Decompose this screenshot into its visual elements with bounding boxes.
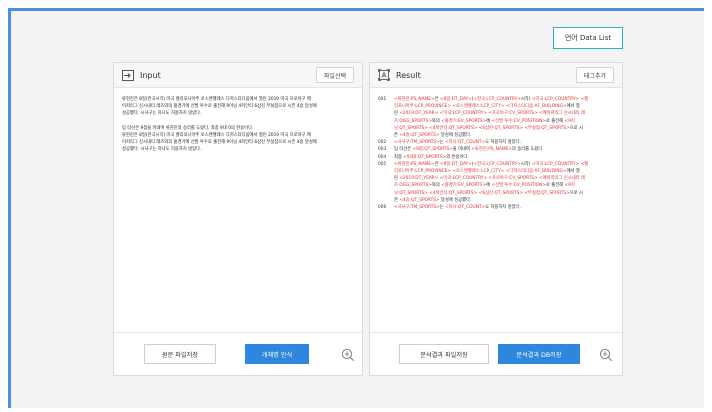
result-line-number: 002 bbox=[378, 140, 387, 146]
input-text-line: 팀 타선은 9점을 마내며 류현진의 승리를 도왔다. 최종 9대 0의 완승이… bbox=[122, 125, 254, 131]
input-panel-title: Input bbox=[140, 70, 161, 80]
result-line-number: 003 bbox=[378, 147, 387, 153]
result-line-text: 리포니아주:LCP_PROVINCE> <로스앤젤레스:LCP_CITY> <다… bbox=[394, 104, 580, 110]
result-line-text: 팀 타선은 <9점:QT_SPORTS>을 마내며 <류현진:PS_NAME>의… bbox=[394, 147, 544, 153]
save-original-file-button[interactable]: 원문 파일저장 bbox=[144, 344, 216, 364]
result-line: 린 <2019:DT_YEAR> <미국:LCP_COUNTRY> <프로야구:… bbox=[378, 110, 614, 117]
result-line: 즌 <4승:QT_SPORTS> 달성에 성공했다. bbox=[378, 197, 614, 204]
input-panel-header: Input 파일선택 bbox=[114, 63, 362, 88]
result-line-number: 001 bbox=[378, 97, 387, 102]
save-result-file-button[interactable]: 분석결과 파일저장 bbox=[399, 344, 489, 364]
result-line: 004 최종 <9대0:QT_SPORTS>의 완승이다. bbox=[378, 154, 614, 161]
result-line-text: 즌 <4승:QT_SPORTS> 달성에 성공했다. bbox=[394, 197, 472, 203]
result-line: 즈:OGG_SPORTS>와의 <홈경기:EV_SPORTS>에 <선발 투수:… bbox=[378, 118, 614, 125]
result-line: 즌 <4승:QT_SPORTS> 달성에 성공했다. bbox=[378, 132, 614, 139]
result-line: 002 <사사구:TM_SPORTS>는 <하나:QT_COUNT>도 허용하지 … bbox=[378, 139, 614, 146]
input-text-area[interactable]: 류현진은 8일(한국시각) 미국 캘리포니아주 로스앤젤레스 다저스타디움에서 … bbox=[114, 88, 362, 333]
result-line: 닝:QT_SPORTS> <4피안타:QT_SPORTS> <6삼진:QT_SP… bbox=[378, 125, 614, 132]
result-line-text: 린 <2019:DT_YEAR> <미국:LCP_COUNTRY> <프로야구:… bbox=[394, 111, 585, 117]
result-text-area: 001 <류현진:PS_NAME>은 <8일:DT_DAY>(<한국:LCP_CO… bbox=[370, 88, 622, 333]
input-icon bbox=[122, 69, 134, 81]
result-icon bbox=[378, 69, 390, 81]
result-line-number: 005 bbox=[378, 161, 387, 167]
result-line: 003 팀 타선은 <9점:QT_SPORTS>을 마내며 <류현진:PS_NAM… bbox=[378, 146, 614, 153]
result-line-text: <사사구:TM_SPORTS>는 <하나:QT_COUNT>도 허용하지 않았다… bbox=[394, 205, 521, 211]
input-text-line: 류현진은 8일(한국시각) 미국 캘리포니아주 로스앤젤레스 다저스타디움에서 … bbox=[122, 97, 311, 102]
result-panel: Result 태그추가 001 <류현진:PS_NAME>은 <8일:DT_DAY… bbox=[369, 62, 623, 376]
entity-recognition-button[interactable]: 개체명 인식 bbox=[245, 344, 309, 364]
result-line: 닝:QT_SPORTS> <4피안타:QT_SPORTS> <6삼진:QT_SP… bbox=[378, 190, 614, 197]
result-line: 린 <2019:DT_YEAR> <미국:LCP_COUNTRY> <프로야구:… bbox=[378, 175, 614, 182]
result-line-text: 닝:QT_SPORTS> <4피안타:QT_SPORTS> <6삼진:QT_SP… bbox=[394, 125, 583, 131]
add-tag-button[interactable]: 태그추가 bbox=[575, 67, 614, 83]
result-line-text: 닝:QT_SPORTS> <4피안타:QT_SPORTS> <6삼진:QT_SP… bbox=[394, 190, 583, 196]
input-text-line: 이저리그 신시내티 레즈와의 홈경기에 선발 투수로 출전해 9이닝 4피안타 … bbox=[122, 140, 317, 146]
result-line-text: 린 <2019:DT_YEAR> <미국:LCP_COUNTRY> <프로야구:… bbox=[394, 176, 585, 182]
input-text-line: 이저리그 신시내티 레즈와의 홈경기에 선발 투수로 출전해 9이닝 4피안타 … bbox=[122, 104, 317, 110]
result-line-text: 즈:OGG_SPORTS>와의 <홈경기:EV_SPORTS>에 <선발 투수:… bbox=[394, 183, 575, 189]
result-panel-header: Result 태그추가 bbox=[370, 63, 622, 88]
result-line: 001 <류현진:PS_NAME>은 <8일:DT_DAY>(<한국:LCP_CO… bbox=[378, 96, 614, 103]
zoom-in-icon[interactable] bbox=[599, 347, 613, 362]
input-text-line: 성공했다. 시사구는 하나도 허용하지 않았다. bbox=[122, 147, 202, 153]
result-line-text: 리포니아주:LCP_PROVINCE> <로스앤젤레스:LCP_CITY> <다… bbox=[394, 169, 580, 175]
result-line-text: <류현진:PS_NAME>은 <8일:DT_DAY>(<한국:LCP_COUNT… bbox=[394, 161, 589, 167]
result-line: 리포니아주:LCP_PROVINCE> <로스앤젤레스:LCP_CITY> <다… bbox=[378, 168, 614, 175]
result-line-text: 최종 <9대0:QT_SPORTS>의 완승이다. bbox=[394, 154, 469, 160]
result-line-text: 즈:OGG_SPORTS>와의 <홈경기:EV_SPORTS>에 <선발 투수:… bbox=[394, 118, 575, 124]
save-result-db-button[interactable]: 분석결과 DB저장 bbox=[498, 344, 580, 364]
result-line-text: <사사구:TM_SPORTS>는 <하나:QT_COUNT>도 허용하지 않았다… bbox=[394, 140, 521, 146]
result-panel-footer: 분석결과 파일저장 분석결과 DB저장 bbox=[370, 332, 622, 375]
input-panel-footer: 원문 파일저장 개체명 인식 bbox=[114, 332, 362, 375]
input-panel: Input 파일선택 류현진은 8일(한국시각) 미국 캘리포니아주 로스앤젤레… bbox=[113, 62, 363, 376]
language-data-list-button[interactable]: 언어 Data List bbox=[553, 27, 623, 49]
input-text-line: 성공했다. 시사구는 하나도 허용하지 않았다. bbox=[122, 111, 202, 117]
result-line-number: 004 bbox=[378, 154, 387, 160]
result-panel-title: Result bbox=[396, 70, 421, 80]
result-line-text: 즌 <4승:QT_SPORTS> 달성에 성공했다. bbox=[394, 133, 472, 139]
result-line: 005 <류현진:PS_NAME>은 <8일:DT_DAY>(<한국:LCP_CO… bbox=[378, 161, 614, 168]
result-line-text: <류현진:PS_NAME>은 <8일:DT_DAY>(<한국:LCP_COUNT… bbox=[394, 97, 589, 102]
zoom-in-icon[interactable] bbox=[341, 347, 355, 362]
result-line: 즈:OGG_SPORTS>와의 <홈경기:EV_SPORTS>에 <선발 투수:… bbox=[378, 182, 614, 189]
result-line: 리포니아주:LCP_PROVINCE> <로스앤젤레스:LCP_CITY> <다… bbox=[378, 103, 614, 110]
result-line-number: 006 bbox=[378, 205, 387, 211]
result-line: 006 <사사구:TM_SPORTS>는 <하나:QT_COUNT>도 허용하지 … bbox=[378, 204, 614, 211]
file-select-button[interactable]: 파일선택 bbox=[315, 67, 354, 83]
input-text-line: 류현진은 8일(한국시각) 미국 캘리포니아주 로스앤젤레스 다저스타디움에서 … bbox=[122, 132, 311, 138]
